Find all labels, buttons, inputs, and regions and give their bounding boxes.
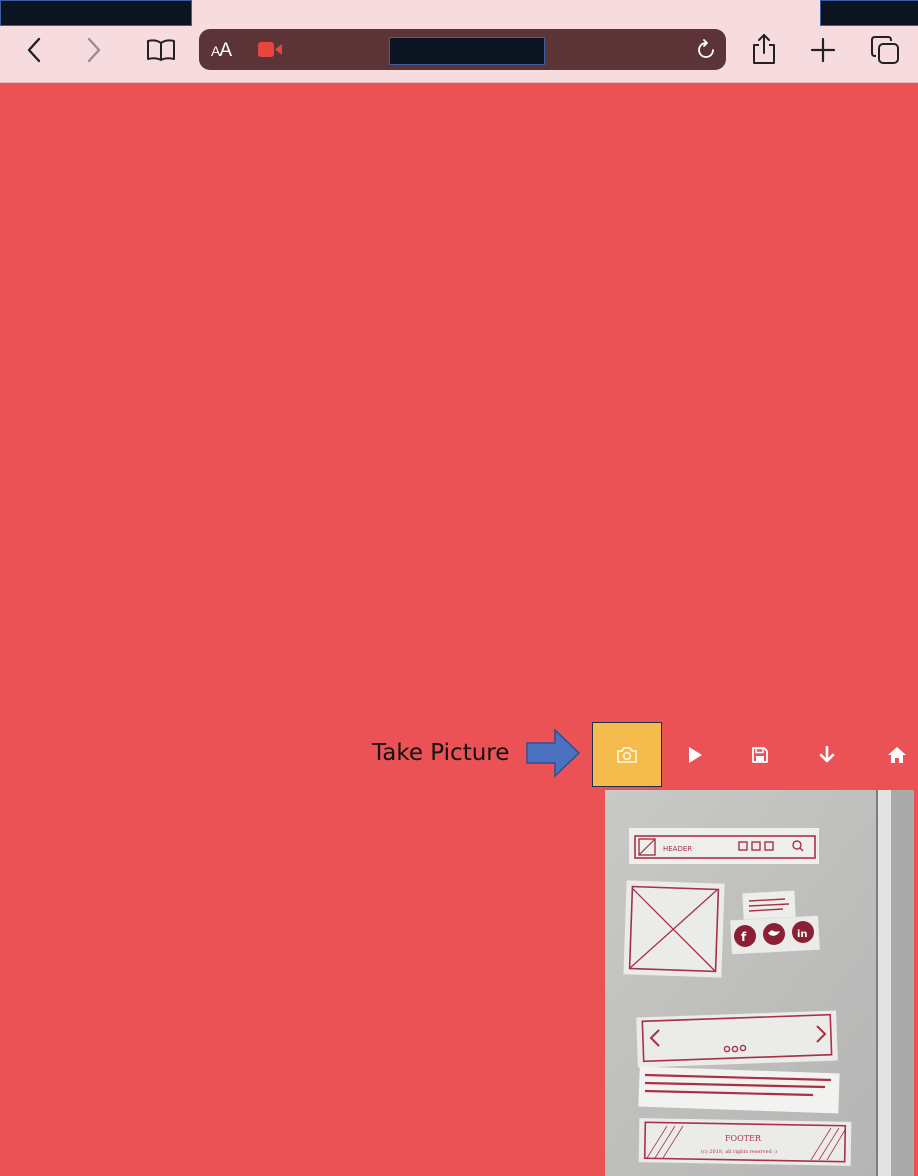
text-size-button[interactable]: AA [211,40,232,62]
sketch-footer-small-text: (c) 2018, all rights reserved :) [701,1148,777,1155]
arrow-right-icon [526,728,581,778]
sketch-header: HEADER [629,828,819,864]
sketch-header-text: HEADER [663,845,692,853]
plus-icon [810,37,836,63]
save-icon [752,747,768,763]
browser-toolbar: AA [0,0,918,83]
sketch-image-placeholder [623,880,725,978]
sketch-social-icons: f in [730,915,820,955]
sketch-carousel [636,1010,838,1068]
video-camera-icon[interactable] [257,41,283,58]
tabs-icon [871,36,899,64]
camera-icon [617,746,637,763]
download-arrow-icon [819,746,835,763]
take-picture-button[interactable] [592,722,662,787]
play-button[interactable] [680,740,710,770]
home-button[interactable] [882,740,912,770]
chevron-right-icon [87,37,101,63]
take-picture-annotation: Take Picture [372,740,510,766]
sketch-text-block [742,890,796,920]
sketch-footer: FOOTER (c) 2018, all rights reserved :) [638,1118,852,1166]
forward-button[interactable] [80,34,108,66]
reload-icon[interactable] [695,39,717,61]
sketch-footer-text: FOOTER [725,1134,762,1143]
play-icon [689,747,702,763]
home-icon [888,747,906,763]
back-button[interactable] [20,34,48,66]
tabs-button[interactable] [868,33,902,67]
save-button[interactable] [745,740,775,770]
redacted-status-right [820,0,918,26]
captured-photo: HEADER f in FOOTER (c) 2018, all rights … [605,790,914,1176]
share-icon [753,34,775,64]
bookmarks-button[interactable] [144,34,178,66]
new-tab-button[interactable] [808,34,838,66]
address-bar[interactable]: AA [199,29,726,70]
linkedin-icon: in [797,929,808,940]
share-button[interactable] [748,32,780,66]
paper-wireframe-image: HEADER f in FOOTER (c) 2018, all rights … [605,790,914,1176]
book-icon [147,39,175,61]
redacted-status-left [0,0,192,26]
sketch-paragraph [638,1066,840,1114]
chevron-left-icon [27,37,41,63]
facebook-icon: f [741,930,747,944]
url-field[interactable] [389,37,545,65]
download-button[interactable] [812,740,842,770]
